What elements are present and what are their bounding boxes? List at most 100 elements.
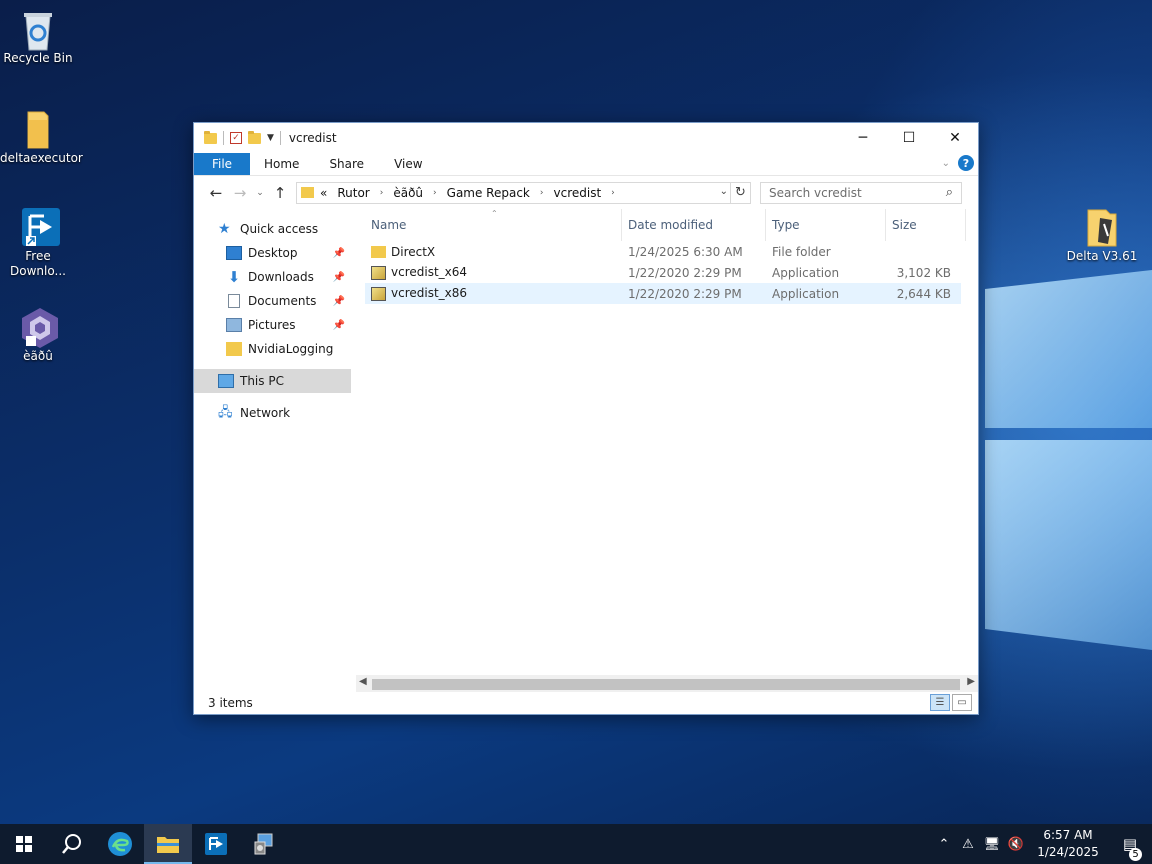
forward-button[interactable]: → (228, 184, 252, 202)
nav-item-label: Quick access (240, 222, 319, 236)
breadcrumb-item[interactable]: vcredist (554, 186, 602, 200)
network-status-icon[interactable]: 🖥 (980, 837, 1004, 852)
search-button[interactable] (48, 824, 96, 864)
breadcrumb-item[interactable]: Rutor (337, 186, 369, 200)
maximize-button[interactable]: ☐ (886, 123, 932, 153)
file-name-cell: vcredist_x64 (365, 265, 622, 280)
column-type[interactable]: Type (766, 209, 886, 241)
quick-access-toolbar: ✓ ▼ (194, 130, 281, 145)
taskbar-edge[interactable] (96, 824, 144, 864)
back-button[interactable]: ← (204, 184, 228, 202)
desktop-icon-free-download-manager[interactable]: Free Downlo... (0, 206, 76, 279)
archive-folder-icon (1082, 206, 1122, 247)
nav-item-this-pc[interactable]: This PC (194, 369, 351, 393)
folder-icon (371, 246, 386, 258)
tab-share[interactable]: Share (314, 153, 379, 175)
up-button[interactable]: ↑ (268, 184, 292, 202)
pin-icon[interactable]: 📌 (333, 248, 345, 259)
scroll-left-icon[interactable]: ◀ (359, 676, 367, 687)
scrollbar-thumb[interactable] (372, 679, 960, 690)
chevron-up-icon[interactable]: ⌃ (932, 837, 956, 852)
breadcrumb-item[interactable]: Game Repack (447, 186, 530, 200)
file-date: 1/22/2020 2:29 PM (628, 286, 742, 301)
pin-icon[interactable]: 📌 (333, 320, 345, 331)
chevron-right-icon[interactable]: › (540, 188, 544, 198)
security-alert-icon[interactable]: ⚠ (956, 837, 980, 852)
network-icon: 🖧 (218, 405, 233, 420)
nav-item-label: NvidiaLogging (248, 342, 334, 356)
breadcrumb-item[interactable]: èãðû (393, 186, 423, 200)
start-button[interactable] (0, 824, 48, 864)
close-button[interactable]: ✕ (932, 123, 978, 153)
clock[interactable]: 6:57 AM 1/24/2025 (1028, 827, 1108, 861)
customize-toolbar-icon[interactable]: ▼ (267, 133, 274, 143)
folder-icon (204, 130, 217, 144)
column-size[interactable]: Size (886, 209, 966, 241)
desktop-icon-label-line2: Downlo... (10, 264, 66, 278)
file-type: File folder (772, 244, 831, 259)
tab-home[interactable]: Home (250, 153, 314, 175)
desktop-icon (226, 246, 242, 260)
desktop-icon-label: Delta V3.61 (1066, 249, 1138, 263)
file-row[interactable]: vcredist_x86 1/22/2020 2:29 PM Applicati… (365, 283, 961, 304)
nav-item-quick-access[interactable]: ★ Quick access (194, 217, 351, 241)
new-folder-icon[interactable] (248, 130, 261, 144)
nav-item-pictures[interactable]: Pictures 📌 (194, 313, 351, 337)
column-date-modified[interactable]: Date modified (622, 209, 766, 241)
taskbar-setup-app[interactable] (240, 824, 288, 864)
scroll-right-icon[interactable]: ▶ (967, 676, 975, 687)
taskbar: ⌃ ⚠ 🖥 🔇 6:57 AM 1/24/2025 ▤ 5 (0, 824, 1152, 864)
clock-time: 6:57 AM (1043, 828, 1093, 842)
status-bar: 3 items ☰ ▭ (194, 692, 980, 714)
free-download-manager-icon (18, 206, 60, 246)
properties-icon[interactable]: ✓ (230, 132, 242, 144)
chevron-right-icon[interactable]: › (380, 188, 384, 198)
recent-locations-icon[interactable]: ⌄ (252, 188, 268, 198)
expand-ribbon-icon[interactable]: ⌄ (942, 158, 950, 169)
system-tray: ⌃ ⚠ 🖥 🔇 6:57 AM 1/24/2025 ▤ 5 (932, 824, 1152, 864)
horizontal-scrollbar[interactable]: ◀ ▶ (356, 675, 978, 692)
breadcrumb-overflow[interactable]: « (320, 186, 327, 200)
file-date: 1/24/2025 6:30 AM (628, 244, 743, 259)
volume-muted-icon[interactable]: 🔇 (1004, 837, 1028, 852)
details-view-icon[interactable]: ☰ (930, 694, 950, 711)
chevron-right-icon[interactable]: › (611, 188, 615, 198)
pictures-icon (226, 318, 242, 332)
address-bar[interactable]: « Rutor › èãðû › Game Repack › vcredist … (296, 181, 751, 204)
file-row[interactable]: DirectX 1/24/2025 6:30 AM File folder (365, 241, 961, 262)
file-row[interactable]: vcredist_x64 1/22/2020 2:29 PM Applicati… (365, 262, 961, 283)
file-explorer-window[interactable]: ✓ ▼ vcredist ─ ☐ ✕ File Home Share View … (193, 122, 979, 715)
installer-icon (371, 265, 386, 280)
title-bar[interactable]: ✓ ▼ vcredist ─ ☐ ✕ (194, 123, 978, 153)
tab-file[interactable]: File (194, 153, 250, 175)
desktop-icon-delta[interactable]: Delta V3.61 (1064, 206, 1140, 264)
desktop-icon-deltaexecutor[interactable]: deltaexecutor (0, 108, 83, 166)
pin-icon[interactable]: 📌 (333, 272, 345, 283)
notification-center-button[interactable]: ▤ 5 (1108, 835, 1152, 861)
nav-item-downloads[interactable]: ⬇ Downloads 📌 (194, 265, 351, 289)
refresh-icon[interactable]: ↻ (730, 182, 750, 203)
file-explorer-icon (157, 837, 179, 853)
taskbar-file-explorer[interactable] (144, 824, 192, 864)
chevron-down-icon[interactable]: ⌄ (720, 186, 728, 197)
tab-view[interactable]: View (379, 153, 437, 175)
notification-badge: 5 (1129, 848, 1142, 861)
desktop-icon-gamecube[interactable]: èãðû (0, 306, 76, 364)
nav-item-network[interactable]: 🖧 Network (194, 401, 351, 425)
download-icon: ⬇ (227, 268, 241, 286)
large-icons-view-icon[interactable]: ▭ (952, 694, 972, 711)
help-icon[interactable]: ? (958, 155, 974, 171)
taskbar-free-download-manager[interactable] (192, 824, 240, 864)
nav-item-documents[interactable]: Documents 📌 (194, 289, 351, 313)
desktop-icon-recycle-bin[interactable]: Recycle Bin (0, 8, 76, 66)
search-input[interactable]: Search vcredist ⌕ (760, 181, 962, 204)
gamecube-icon (18, 306, 58, 348)
file-size: 3,102 KB (896, 265, 951, 280)
nav-item-desktop[interactable]: Desktop 📌 (194, 241, 351, 265)
nav-item-label: Desktop (248, 246, 298, 260)
chevron-right-icon[interactable]: › (433, 188, 437, 198)
wallpaper-pane (985, 440, 1152, 650)
nav-item-nvidialogging[interactable]: NvidiaLogging (194, 337, 351, 361)
pin-icon[interactable]: 📌 (333, 296, 345, 307)
minimize-button[interactable]: ─ (840, 123, 886, 153)
